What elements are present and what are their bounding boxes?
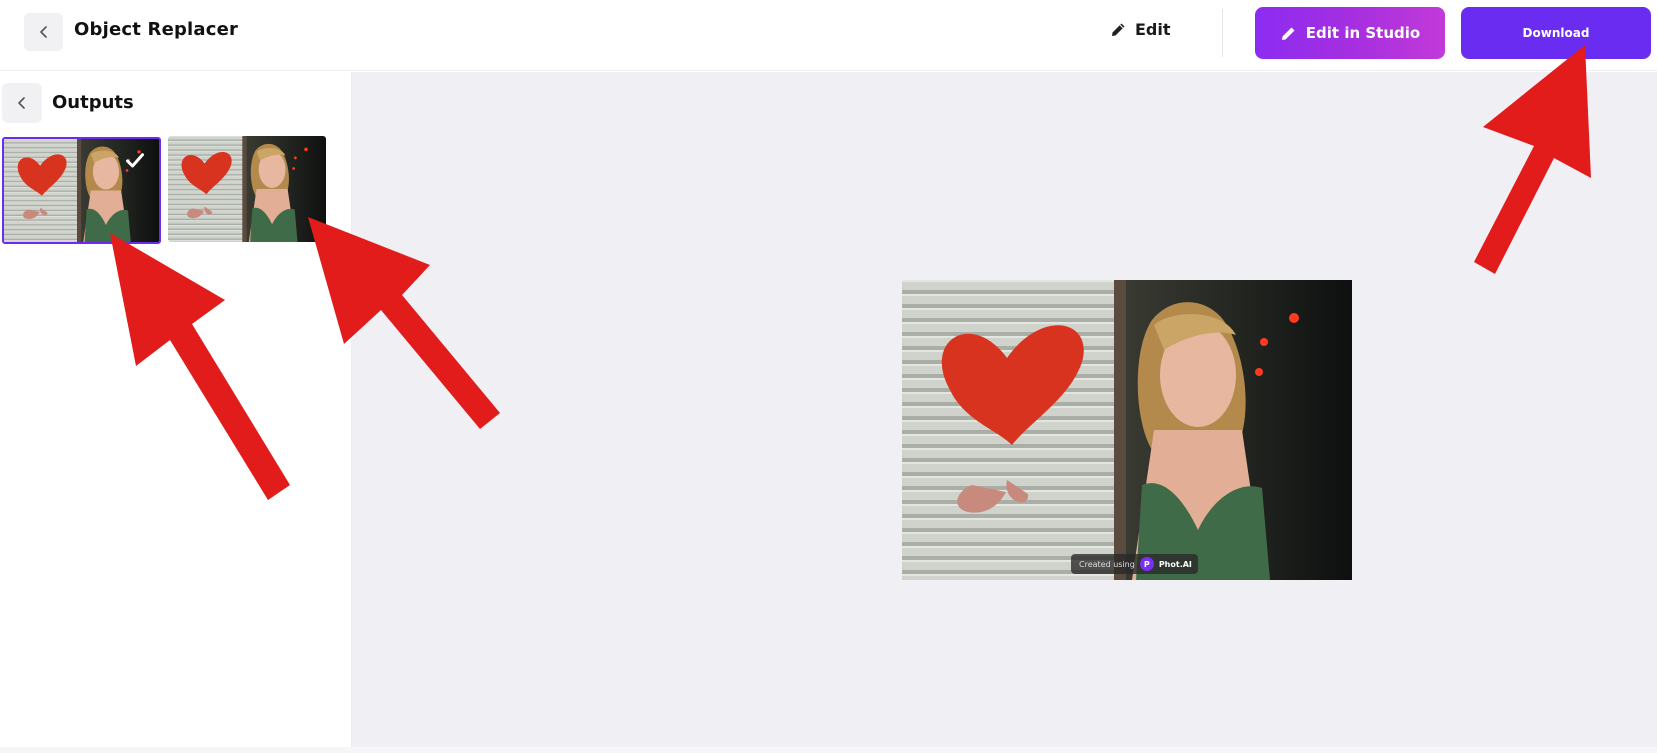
edit-label: Edit: [1135, 20, 1171, 39]
chevron-left-icon: [39, 26, 47, 38]
top-bar: Object Replacer Edit Edit in Studio Down…: [0, 0, 1657, 71]
check-icon: [125, 151, 145, 171]
output-thumbnail[interactable]: [168, 136, 326, 242]
edit-in-studio-button[interactable]: Edit in Studio: [1255, 7, 1445, 59]
horizontal-scrollbar[interactable]: [0, 747, 1657, 753]
download-label: Download: [1522, 26, 1590, 40]
phot-ai-logo: P: [1139, 557, 1154, 571]
chevron-left-icon: [18, 97, 25, 109]
download-button[interactable]: Download: [1461, 7, 1651, 59]
pencil-icon: [1281, 27, 1295, 40]
watermark: Created using P Phot.AI: [1071, 554, 1198, 574]
output-thumbnail-selected[interactable]: [2, 137, 161, 244]
outputs-title: Outputs: [52, 92, 134, 113]
preview-image[interactable]: Created using P Phot.AI: [902, 280, 1352, 580]
sidebar-back-button[interactable]: [2, 83, 42, 123]
header-divider: [1222, 9, 1223, 57]
edit-in-studio-label: Edit in Studio: [1305, 24, 1421, 42]
outputs-sidebar: Outputs: [0, 72, 352, 753]
pencil-icon: [1112, 23, 1125, 36]
back-button[interactable]: [24, 13, 63, 51]
photo: [902, 280, 1352, 580]
edit-button[interactable]: Edit: [1110, 20, 1171, 39]
page-title: Object Replacer: [74, 19, 239, 40]
watermark-text: Created using: [1079, 559, 1135, 569]
output-image: [168, 136, 326, 242]
watermark-brand: Phot.AI: [1158, 559, 1192, 569]
